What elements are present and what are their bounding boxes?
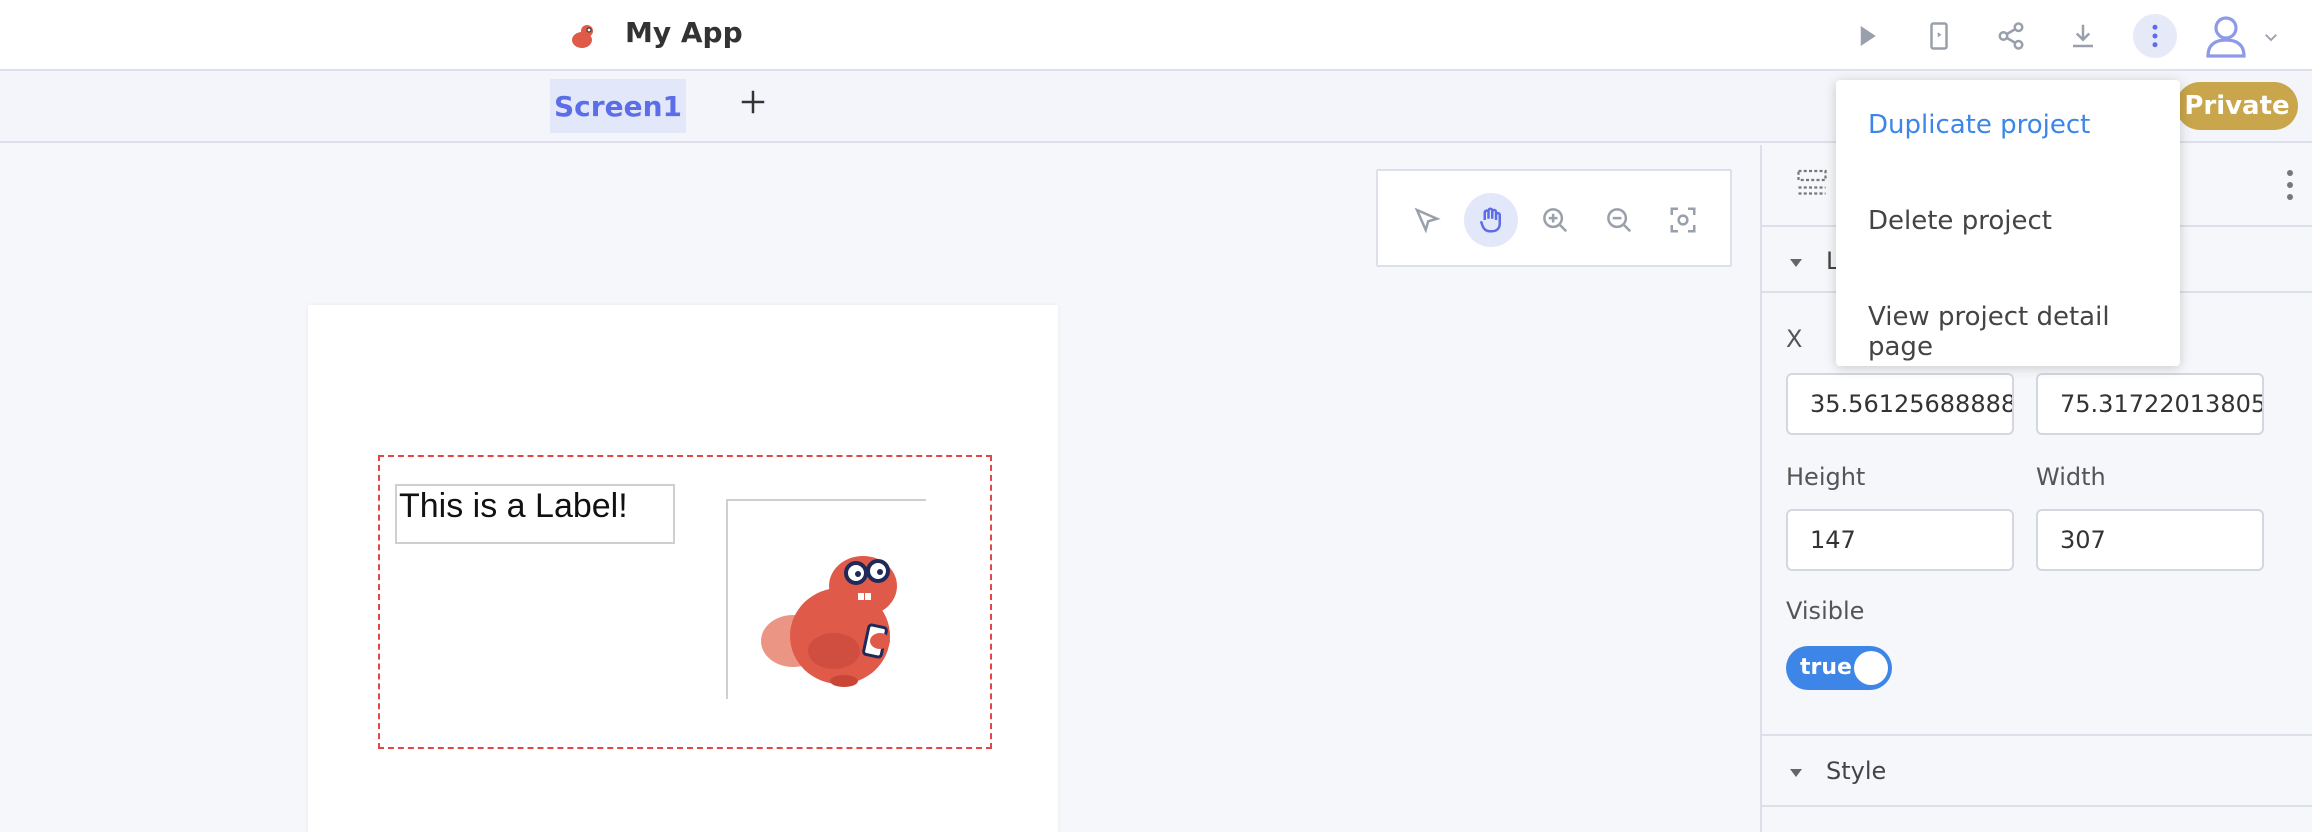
add-screen-icon[interactable] — [738, 87, 768, 117]
toggle-knob — [1854, 651, 1888, 685]
screen-preview[interactable]: This is a Label! — [308, 305, 1058, 832]
select-pointer-icon[interactable] — [1400, 193, 1454, 247]
x-label: X — [1786, 325, 1803, 353]
preview-device-icon[interactable] — [1917, 14, 1961, 58]
visible-toggle-text: true — [1800, 655, 1852, 680]
caret-down-icon[interactable] — [1786, 253, 1806, 273]
top-bar: My App — [0, 0, 2312, 71]
menu-item-duplicate-project[interactable]: Duplicate project — [1868, 110, 2090, 140]
app-logo-icon — [572, 25, 593, 48]
image-component[interactable] — [726, 499, 926, 699]
height-input[interactable]: 147 — [1786, 509, 2014, 571]
menu-item-delete-project[interactable]: Delete project — [1868, 206, 2052, 236]
label-component[interactable]: This is a Label! — [395, 484, 675, 544]
chevron-down-icon[interactable] — [2262, 28, 2280, 46]
private-badge[interactable]: Private — [2176, 82, 2298, 130]
x-input[interactable]: 35.56125688888 — [1786, 373, 2014, 435]
play-icon[interactable] — [1845, 14, 1889, 58]
width-label: Width — [2036, 463, 2106, 491]
visible-toggle[interactable]: true — [1786, 646, 1892, 690]
zoom-in-icon[interactable] — [1528, 193, 1582, 247]
style-section-title[interactable]: Style — [1826, 757, 1886, 785]
share-icon[interactable] — [1989, 14, 2033, 58]
panel-more-icon[interactable] — [2280, 165, 2300, 205]
menu-item-view-project-detail[interactable]: View project detail page — [1868, 302, 2180, 362]
app-title: My App — [625, 16, 743, 49]
download-icon[interactable] — [2061, 14, 2105, 58]
width-input[interactable]: 307 — [2036, 509, 2264, 571]
user-icon[interactable] — [2202, 12, 2250, 60]
height-label: Height — [1786, 463, 1866, 491]
component-layout-icon[interactable] — [1794, 165, 1830, 201]
fit-screen-icon[interactable] — [1656, 193, 1710, 247]
divider — [1762, 734, 2312, 736]
visible-label: Visible — [1786, 597, 1865, 625]
pan-hand-icon[interactable] — [1464, 193, 1518, 247]
project-options-menu: Duplicate project Delete project View pr… — [1836, 80, 2180, 366]
selected-arrangement[interactable]: This is a Label! — [378, 455, 992, 749]
beaver-mascot-image — [761, 556, 897, 687]
more-vertical-icon[interactable] — [2133, 14, 2177, 58]
zoom-out-icon[interactable] — [1592, 193, 1646, 247]
divider — [1762, 805, 2312, 807]
tab-screen1[interactable]: Screen1 — [550, 79, 686, 133]
canvas-toolbox — [1376, 169, 1732, 267]
y-input[interactable]: 75.31722013805 — [2036, 373, 2264, 435]
caret-down-icon[interactable] — [1786, 763, 1806, 783]
design-canvas[interactable]: This is a Label! — [0, 145, 1760, 832]
